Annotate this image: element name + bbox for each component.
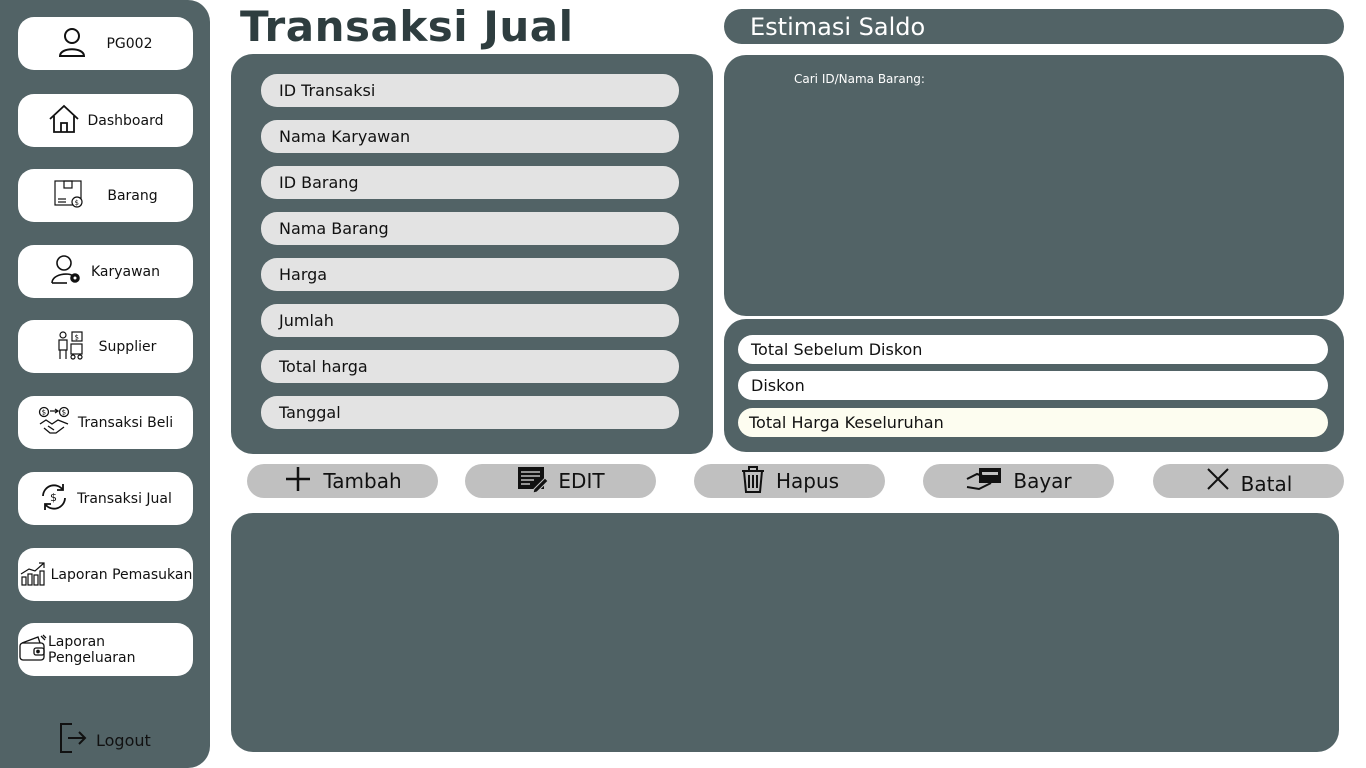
total-harga-keseluruhan-field[interactable]: Total Harga Keseluruhan — [738, 408, 1328, 437]
sidebar-item-supplier[interactable]: $ Supplier — [18, 320, 193, 373]
id-barang-field[interactable]: ID Barang — [261, 166, 679, 199]
close-icon — [1205, 466, 1231, 497]
sidebar-item-label: Transaksi Beli — [77, 414, 174, 431]
transaction-table[interactable] — [231, 513, 1339, 752]
svg-text:$: $ — [75, 199, 79, 207]
sidebar-item-transaksi-beli[interactable]: $ $ Transaksi Beli — [18, 396, 193, 449]
jumlah-field[interactable]: Jumlah — [261, 304, 679, 337]
exchange-icon: $ — [39, 482, 69, 516]
logout-icon — [58, 722, 88, 758]
sidebar-item-label: Barang — [107, 187, 158, 204]
tanggal-field[interactable]: Tanggal — [261, 396, 679, 429]
user-label: PG002 — [106, 35, 153, 52]
svg-text:$: $ — [50, 491, 57, 504]
tambah-label: Tambah — [323, 469, 402, 493]
box-icon: $ — [53, 179, 85, 213]
estimasi-saldo-header: Estimasi Saldo — [724, 9, 1344, 44]
batal-button[interactable]: Batal — [1153, 464, 1344, 498]
edit-label: EDIT — [558, 469, 605, 493]
sidebar-item-label: Supplier — [98, 338, 157, 355]
svg-text:$: $ — [61, 408, 65, 416]
edit-button[interactable]: EDIT — [465, 464, 656, 498]
summary-panel: Total Sebelum Diskon Diskon Total Harga … — [724, 319, 1344, 452]
batal-label: Batal — [1240, 472, 1293, 496]
sidebar-item-laporan-pemasukan[interactable]: Laporan Pemasukan — [18, 548, 193, 601]
form-panel: ID Transaksi Nama Karyawan ID Barang Nam… — [231, 54, 713, 454]
nama-barang-field[interactable]: Nama Barang — [261, 212, 679, 245]
wallet-icon — [18, 634, 48, 666]
user-icon — [58, 27, 86, 61]
hapus-label: Hapus — [775, 469, 840, 493]
bayar-label: Bayar — [1013, 469, 1072, 493]
nama-karyawan-field[interactable]: Nama Karyawan — [261, 120, 679, 153]
trash-icon — [740, 465, 766, 498]
logout-button[interactable]: Logout — [58, 722, 151, 758]
search-label: Cari ID/Nama Barang: — [794, 72, 925, 86]
sidebar-item-karyawan[interactable]: Karyawan — [18, 245, 193, 298]
logout-label: Logout — [96, 730, 151, 750]
supplier-icon: $ — [55, 330, 85, 364]
home-icon — [48, 104, 80, 138]
sidebar-item-laporan-pengeluaran[interactable]: Laporan Pengeluaran — [18, 623, 193, 676]
user-gear-icon — [51, 254, 83, 290]
search-panel: Cari ID/Nama Barang: — [724, 55, 1344, 316]
id-transaksi-field[interactable]: ID Transaksi — [261, 74, 679, 107]
handshake-icon: $ $ — [38, 406, 70, 440]
svg-text:$: $ — [74, 333, 78, 341]
sidebar-item-label: Dashboard — [87, 112, 164, 129]
edit-list-icon — [516, 465, 550, 498]
harga-field[interactable]: Harga — [261, 258, 679, 291]
growth-chart-icon — [19, 560, 47, 590]
sidebar-item-barang[interactable]: $ Barang — [18, 169, 193, 222]
svg-text:$: $ — [41, 408, 45, 416]
user-profile-button[interactable]: PG002 — [18, 17, 193, 70]
sidebar-item-label: Karyawan — [90, 263, 161, 280]
card-payment-icon — [965, 465, 1003, 498]
page-title: Transaksi Jual — [240, 2, 574, 51]
sidebar: PG002 Dashboard $ Barang Karyawan $ Supp… — [0, 0, 210, 768]
total-harga-field[interactable]: Total harga — [261, 350, 679, 383]
total-sebelum-diskon-field[interactable]: Total Sebelum Diskon — [738, 335, 1328, 364]
sidebar-item-label: Transaksi Jual — [77, 490, 172, 507]
plus-icon — [283, 465, 313, 498]
sidebar-item-label: Laporan Pemasukan — [50, 566, 193, 583]
tambah-button[interactable]: Tambah — [247, 464, 438, 498]
sidebar-item-label: Laporan Pengeluaran — [48, 633, 136, 666]
sidebar-item-dashboard[interactable]: Dashboard — [18, 94, 193, 147]
sidebar-item-transaksi-jual[interactable]: $ Transaksi Jual — [18, 472, 193, 525]
hapus-button[interactable]: Hapus — [694, 464, 885, 498]
bayar-button[interactable]: Bayar — [923, 464, 1114, 498]
diskon-field[interactable]: Diskon — [738, 371, 1328, 400]
